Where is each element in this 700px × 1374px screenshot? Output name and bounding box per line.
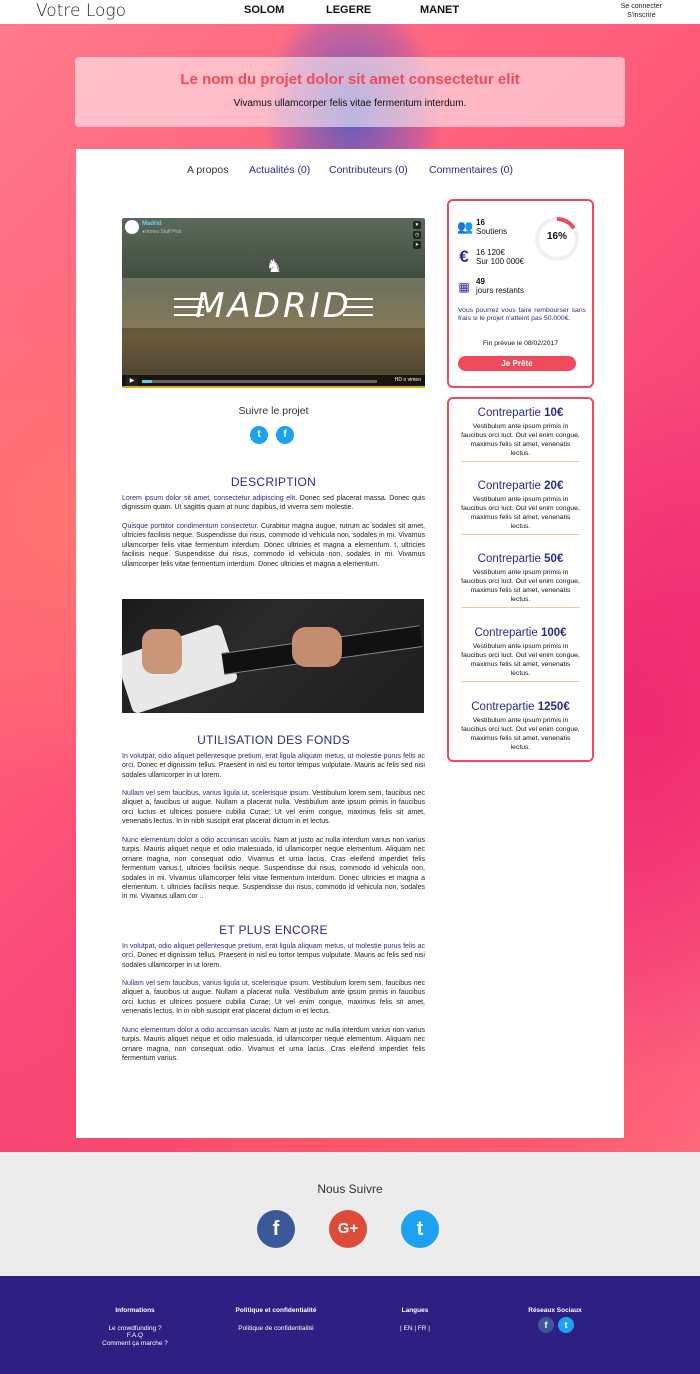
euro-icon: €	[459, 247, 469, 266]
channel-sub: ●Vimeo Staff Pick	[142, 229, 182, 235]
funds-paragraph-1: In volutpat, odio aliquet pellentesque p…	[122, 753, 425, 779]
more-paragraph-3: Nunc elementum dolor a odio accumsan iac…	[122, 1027, 425, 1063]
nav-item-manet[interactable]: MANET	[420, 4, 459, 16]
tab-contributeurs[interactable]: Contributeurs (0)	[329, 164, 408, 176]
footer-policy-title: Politique et confidentialité	[235, 1307, 317, 1314]
reward-item[interactable]: Contrepartie 100€ Vestibulum ante ipsum …	[461, 627, 580, 683]
description-title: DESCRIPTION	[230, 475, 317, 489]
footer-link-faq[interactable]: F.A.Q	[95, 1332, 175, 1340]
reward-item[interactable]: Contrepartie 20€ Vestibulum ante ipsum p…	[461, 480, 580, 536]
follow-project-label: Suivre le projet	[238, 405, 309, 417]
twitter-icon[interactable]: t	[401, 1210, 439, 1248]
calendar-icon: ▦	[458, 280, 470, 294]
facebook-icon[interactable]: f	[257, 1210, 295, 1248]
project-subtitle: Vivamus ullamcorper felis vitae fermentu…	[233, 98, 467, 109]
site-logo[interactable]: Votre Logo	[36, 1, 126, 21]
guitar-image	[122, 599, 424, 713]
footer-languages: Langues | EN | FR |	[385, 1307, 445, 1332]
nav-item-solom[interactable]: SOLOM	[244, 4, 284, 16]
facebook-icon[interactable]: f	[276, 426, 294, 444]
video-accent-bar	[122, 386, 425, 388]
footer-facebook-icon[interactable]: f	[538, 1317, 554, 1333]
lend-button[interactable]: Je Prête	[458, 356, 576, 371]
reward-item[interactable]: Contrepartie 1250€ Vestibulum ante ipsum…	[461, 701, 580, 755]
channel-avatar[interactable]	[125, 220, 139, 234]
reward-item[interactable]: Contrepartie 10€ Vestibulum ante ipsum p…	[461, 407, 580, 463]
vimeo-brand[interactable]: HD ≡ vimeo	[395, 377, 421, 383]
funds-paragraph-2: Nullam vel sem faucibus, varius ligula u…	[122, 790, 425, 826]
amount-raised: 16 120€ Sur 100 000€	[476, 248, 525, 266]
funds-title: UTILISATION DES FONDS	[197, 733, 350, 747]
video-player[interactable]: Madrid ●Vimeo Staff Pick ♥ ◷ ➤ ♞ MADRID …	[122, 218, 425, 388]
footer-informations-title: Informations	[115, 1307, 155, 1314]
footer-social-title: Réseaux Sociaux	[528, 1307, 582, 1314]
end-date: Fin prévue le 08/02/2017	[482, 340, 559, 347]
reward-item[interactable]: Contrepartie 50€ Vestibulum ante ipsum p…	[461, 553, 580, 609]
video-progress[interactable]	[142, 380, 377, 383]
site-footer: Informations Le crowdfunding ? F.A.Q Com…	[0, 1276, 700, 1374]
language-switch[interactable]: | EN | FR |	[385, 1325, 445, 1333]
more-paragraph-2: Nullam vel sem faucibus, varius ligula u…	[122, 980, 425, 1016]
share-icon[interactable]: ➤	[413, 241, 421, 249]
footer-link-crowdfunding[interactable]: Le crowdfunding ?	[95, 1325, 175, 1333]
video-title-overlay: MADRID	[195, 286, 352, 326]
channel-name[interactable]: Madrid	[142, 221, 162, 227]
description-paragraph-1: Lorem ipsum dolor sit amet, consectetur …	[122, 495, 425, 512]
tab-actualites[interactable]: Actualités (0)	[249, 164, 310, 176]
footer-languages-title: Langues	[401, 1307, 429, 1314]
clock-icon[interactable]: ◷	[413, 231, 421, 239]
footer-policy: Politique et confidentialité Politique d…	[226, 1307, 326, 1332]
project-title: Le nom du projet dolor sit amet consecte…	[180, 71, 520, 88]
more-title: ET PLUS ENCORE	[219, 923, 328, 937]
twitter-icon[interactable]: t	[250, 426, 268, 444]
progress-ring: 16%	[535, 217, 579, 261]
footer-social: Réseaux Sociaux	[520, 1307, 590, 1325]
refund-note: Vous pourrez vous faire rembourser sans …	[458, 307, 586, 323]
backers: 16 Soutiens	[476, 218, 508, 236]
dog-logo-icon: ♞	[266, 256, 283, 276]
tab-commentaires[interactable]: Commentaires (0)	[429, 164, 513, 176]
video-side-icons: ♥ ◷ ➤	[413, 221, 422, 251]
footer-link-privacy[interactable]: Politique de confidentialité	[226, 1325, 326, 1333]
footer-link-how[interactable]: Comment ça marche ?	[95, 1340, 175, 1348]
follow-us-band: Nous Suivre f G+ t	[0, 1152, 700, 1276]
rewards-box: Contrepartie 10€ Vestibulum ante ipsum p…	[447, 397, 594, 762]
login-link[interactable]: Se connecter	[621, 2, 662, 11]
play-button[interactable]: ▶	[126, 377, 138, 386]
like-icon[interactable]: ♥	[413, 221, 421, 229]
project-title-box: Le nom du projet dolor sit amet consecte…	[75, 57, 625, 127]
description-paragraph-2: Quisque porttitor condimentum consectetu…	[122, 523, 425, 568]
funding-stats-box: 👥 16 Soutiens € 16 120€ Sur 100 000€ ▦ 49 j…	[447, 199, 594, 388]
funds-paragraph-3: Nunc elementum dolor a odio accumsan iac…	[122, 837, 425, 901]
register-link[interactable]: S'inscrire	[621, 11, 662, 20]
auth-links: Se connecter S'inscrire	[621, 2, 662, 20]
top-navbar: Votre Logo SOLOM LEGERE MANET Se connect…	[0, 0, 700, 24]
days-left: 49 jours restants	[476, 277, 525, 295]
footer-informations: Informations Le crowdfunding ? F.A.Q Com…	[95, 1307, 175, 1347]
footer-twitter-icon[interactable]: t	[558, 1317, 574, 1333]
nav-item-legere[interactable]: LEGERE	[326, 4, 371, 16]
tab-apropos[interactable]: A propos	[187, 164, 228, 176]
more-paragraph-1: In volutpat, odio aliquet pellentesque p…	[122, 943, 425, 969]
follow-us-title: Nous Suivre	[317, 1182, 383, 1196]
google-plus-icon[interactable]: G+	[329, 1210, 367, 1248]
users-icon: 👥	[457, 219, 474, 234]
